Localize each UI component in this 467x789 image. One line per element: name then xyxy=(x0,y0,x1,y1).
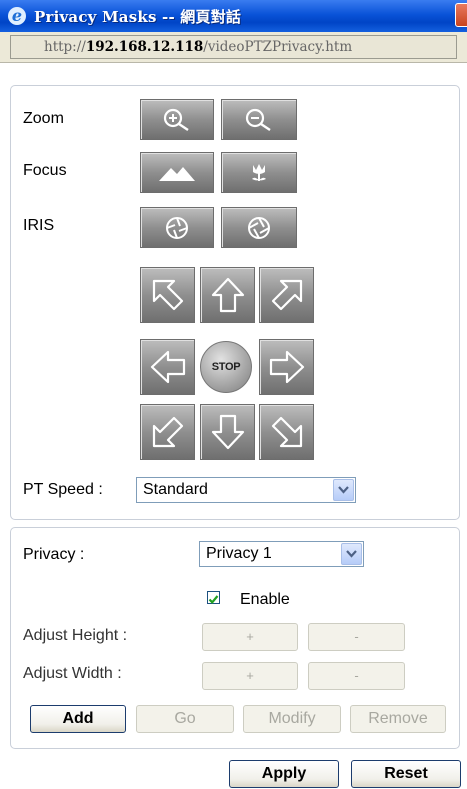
focus-far-button[interactable] xyxy=(140,152,214,193)
adjust-height-label: Adjust Height : xyxy=(23,627,128,644)
arrow-down-right-icon xyxy=(271,416,302,448)
chevron-down-icon xyxy=(341,543,362,565)
width-increase-button[interactable]: + xyxy=(202,662,298,690)
tilt-down-button[interactable] xyxy=(200,404,255,460)
arrow-down-icon xyxy=(211,414,244,450)
reset-button[interactable]: Reset xyxy=(351,760,461,788)
add-button[interactable]: Add xyxy=(30,705,126,733)
privacy-value: Privacy 1 xyxy=(206,545,272,562)
zoom-out-icon xyxy=(245,108,271,131)
apply-button[interactable]: Apply xyxy=(229,760,339,788)
zoom-in-button[interactable] xyxy=(140,99,214,140)
modify-button[interactable]: Modify xyxy=(243,705,341,733)
stop-button[interactable]: STOP xyxy=(200,341,252,393)
zoom-out-button[interactable] xyxy=(221,99,297,140)
chevron-down-icon xyxy=(333,479,354,501)
privacy-select[interactable]: Privacy 1 xyxy=(199,541,364,567)
height-decrease-button[interactable]: - xyxy=(308,623,405,651)
iris-close-icon xyxy=(166,216,188,239)
pan-up-left-button[interactable] xyxy=(140,267,195,323)
arrow-up-icon xyxy=(211,277,244,313)
arrow-up-right-icon xyxy=(271,279,302,311)
window-titlebar: e Privacy Masks -- 網頁對話 xyxy=(0,0,467,32)
arrow-left-icon xyxy=(150,350,185,384)
url-prefix: http:// xyxy=(44,39,86,55)
ie-logo-icon: e xyxy=(8,7,26,25)
pan-right-button[interactable] xyxy=(259,339,314,395)
url-path: /videoPTZPrivacy.htm xyxy=(203,39,353,55)
close-window-button[interactable] xyxy=(455,3,467,27)
iris-open-button[interactable] xyxy=(221,207,297,248)
window-title: Privacy Masks -- 網頁對話 xyxy=(34,7,242,26)
arrow-down-left-icon xyxy=(152,416,183,448)
zoom-label: Zoom xyxy=(23,110,64,127)
url-field: http://192.168.12.118/videoPTZPrivacy.ht… xyxy=(10,35,457,59)
pan-up-right-button[interactable] xyxy=(259,267,314,323)
focus-label: Focus xyxy=(23,162,67,179)
pt-speed-label: PT Speed : xyxy=(23,481,103,498)
height-increase-button[interactable]: + xyxy=(202,623,298,651)
address-bar: http://192.168.12.118/videoPTZPrivacy.ht… xyxy=(0,32,467,63)
zoom-in-icon xyxy=(163,108,189,131)
pt-speed-select[interactable]: Standard xyxy=(136,477,356,503)
tilt-up-button[interactable] xyxy=(200,267,255,323)
checkmark-icon xyxy=(208,595,219,604)
iris-label: IRIS xyxy=(23,217,55,234)
pan-left-button[interactable] xyxy=(140,339,195,395)
url-host: 192.168.12.118 xyxy=(85,39,204,55)
adjust-width-label: Adjust Width : xyxy=(23,665,122,682)
go-button[interactable]: Go xyxy=(136,705,234,733)
iris-close-button[interactable] xyxy=(140,207,214,248)
enable-label: Enable xyxy=(240,591,290,608)
width-decrease-button[interactable]: - xyxy=(308,662,405,690)
arrow-up-left-icon xyxy=(152,279,183,311)
pt-speed-value: Standard xyxy=(143,481,208,498)
privacy-label: Privacy : xyxy=(23,546,85,563)
pan-down-right-button[interactable] xyxy=(259,404,314,460)
iris-open-icon xyxy=(248,216,270,239)
mountain-icon xyxy=(159,166,195,181)
pan-down-left-button[interactable] xyxy=(140,404,195,460)
focus-near-button[interactable] xyxy=(221,152,297,193)
arrow-right-icon xyxy=(269,350,304,384)
flower-icon xyxy=(252,163,266,181)
remove-button[interactable]: Remove xyxy=(350,705,446,733)
enable-checkbox[interactable] xyxy=(207,591,220,604)
